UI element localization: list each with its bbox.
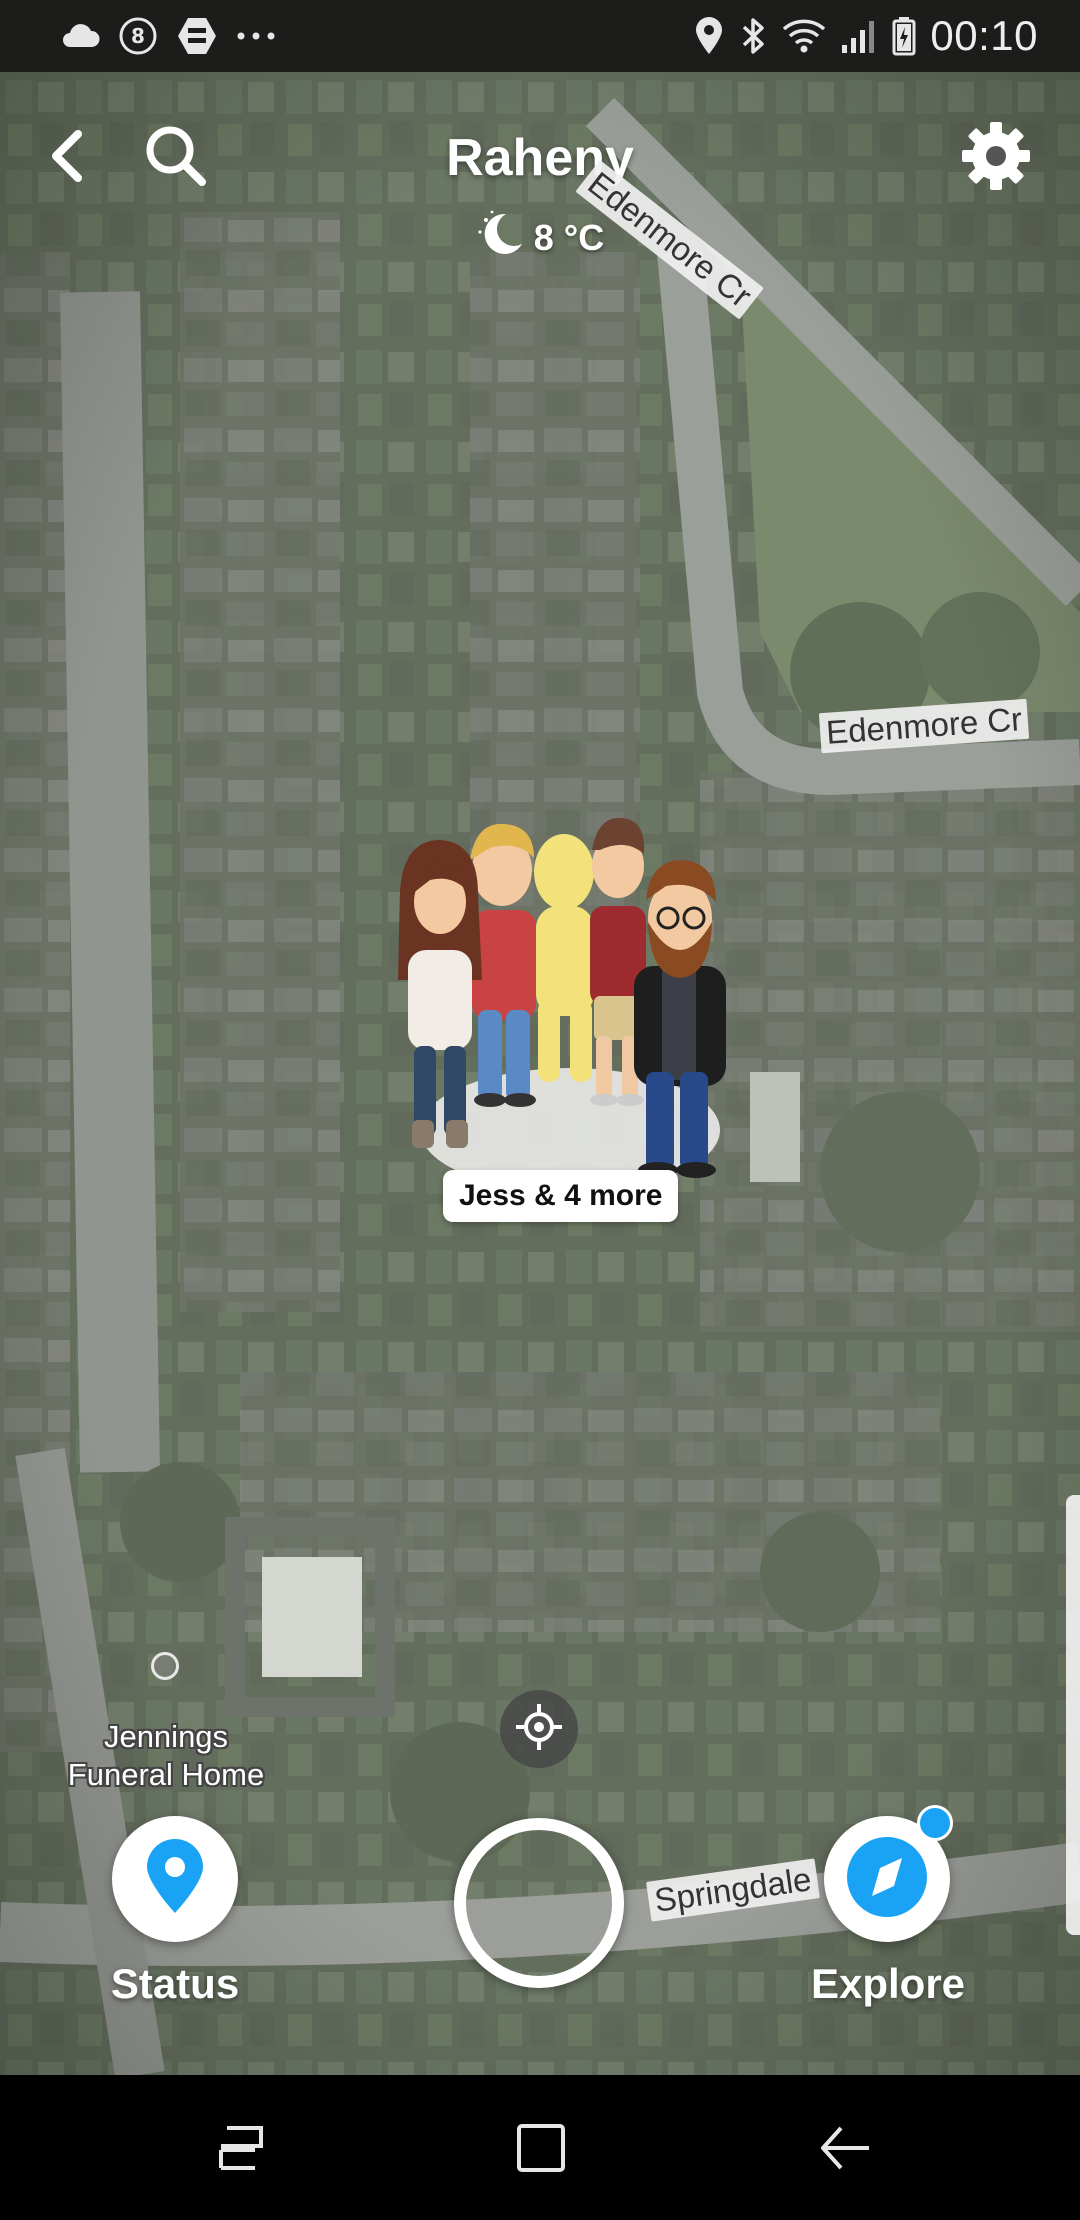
app-icon xyxy=(176,16,218,56)
android-nav-bar xyxy=(0,2075,1080,2220)
search-button[interactable] xyxy=(138,120,212,194)
friends-bitmoji-cluster[interactable] xyxy=(390,810,750,1230)
moon-icon xyxy=(476,210,526,267)
settings-button[interactable] xyxy=(956,118,1036,198)
status-button[interactable] xyxy=(112,1816,238,1942)
signal-icon xyxy=(840,17,878,55)
search-icon xyxy=(142,122,208,193)
explore-notification-badge xyxy=(917,1805,953,1841)
recent-apps-button[interactable] xyxy=(196,2105,286,2195)
home-square-icon xyxy=(513,2120,569,2181)
temperature: 8 °C xyxy=(533,217,605,258)
poi-name-line1: Jennings xyxy=(103,1719,229,1754)
location-pin-icon xyxy=(143,1838,207,1920)
camera-capture-button[interactable] xyxy=(454,1818,624,1988)
compass-icon xyxy=(844,1834,930,1925)
notification-8-icon: 8 xyxy=(118,16,158,56)
back-nav-button[interactable] xyxy=(800,2105,890,2195)
battery-icon xyxy=(892,16,916,56)
poi-name-line2: Funeral Home xyxy=(67,1757,265,1792)
gear-icon xyxy=(960,120,1032,197)
location-icon xyxy=(694,16,724,56)
recenter-button[interactable] xyxy=(500,1690,578,1768)
place-name: Raheny xyxy=(446,129,634,187)
friends-label[interactable]: Jess & 4 more xyxy=(443,1170,679,1222)
home-button[interactable] xyxy=(496,2105,586,2195)
chevron-left-icon xyxy=(46,128,86,189)
poi-marker[interactable] xyxy=(151,1652,179,1680)
explore-label: Explore xyxy=(810,1960,966,2007)
poi-label[interactable]: Jennings Funeral Home xyxy=(46,1718,286,1794)
side-drawer-handle[interactable] xyxy=(1066,1495,1080,1935)
cloud-icon xyxy=(60,23,100,49)
svg-text:8: 8 xyxy=(131,24,145,48)
status-time: 00:10 xyxy=(930,12,1038,59)
wifi-icon xyxy=(782,17,826,55)
bitmoji-group-avatar xyxy=(398,817,726,1192)
more-dots-icon xyxy=(236,31,276,41)
bluetooth-icon xyxy=(738,16,768,56)
status-label: Status xyxy=(110,1960,240,2007)
status-bar-right: 00:10 xyxy=(694,10,1038,62)
back-button[interactable] xyxy=(36,126,96,190)
recent-apps-icon xyxy=(213,2120,269,2181)
back-arrow-icon xyxy=(817,2120,873,2181)
status-bar-left: 8 xyxy=(60,14,276,58)
status-bar: 8 00:10 xyxy=(0,0,1080,72)
crosshair-icon xyxy=(514,1702,564,1757)
